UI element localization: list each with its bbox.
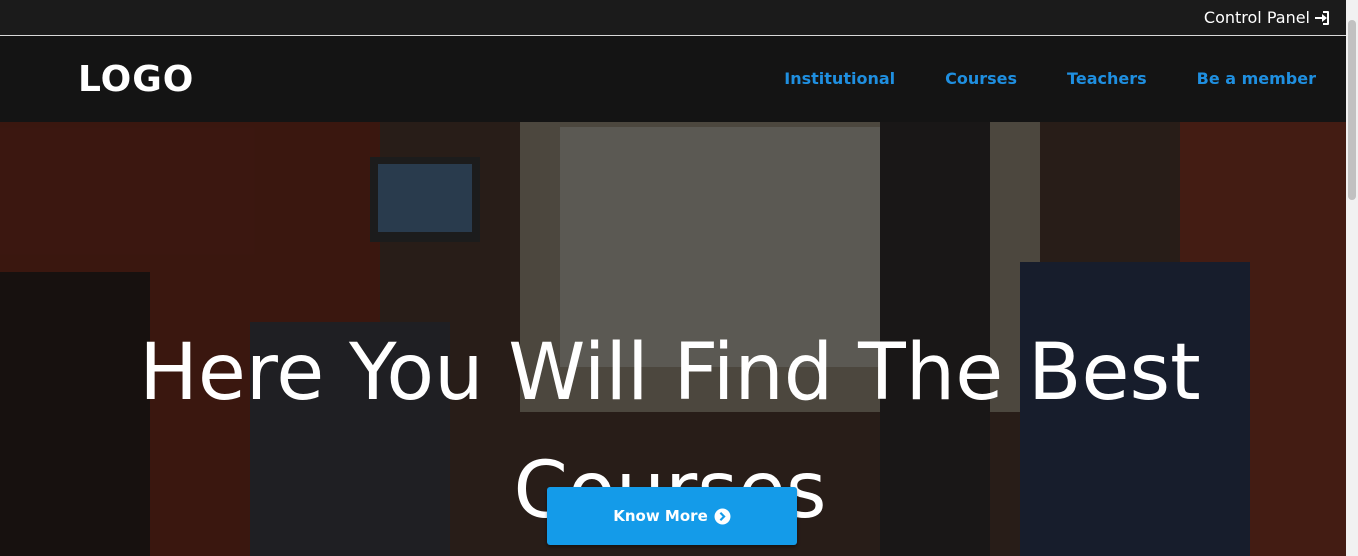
nav-item-be-a-member[interactable]: Be a member (1197, 69, 1316, 88)
hero-section: Here You Will Find The Best Courses Know… (0, 122, 1346, 556)
main-nav: Institutional Courses Teachers Be a memb… (784, 69, 1316, 88)
page-scrollbar[interactable] (1346, 0, 1358, 556)
control-panel-label: Control Panel (1203, 8, 1310, 27)
control-panel-link[interactable]: Control Panel (1204, 8, 1330, 27)
know-more-label: Know More (613, 507, 708, 525)
know-more-button[interactable]: Know More (547, 487, 797, 545)
main-navbar: LOGO Institutional Courses Teachers Be a… (0, 37, 1346, 122)
top-bar: Control Panel (0, 0, 1346, 36)
logo[interactable]: LOGO (78, 59, 194, 100)
nav-item-teachers[interactable]: Teachers (1067, 69, 1147, 88)
nav-item-courses[interactable]: Courses (945, 69, 1017, 88)
nav-item-institutional[interactable]: Institutional (784, 69, 895, 88)
chevron-circle-right-icon (714, 508, 731, 524)
scrollbar-thumb[interactable] (1348, 20, 1356, 200)
sign-in-icon (1315, 10, 1329, 25)
